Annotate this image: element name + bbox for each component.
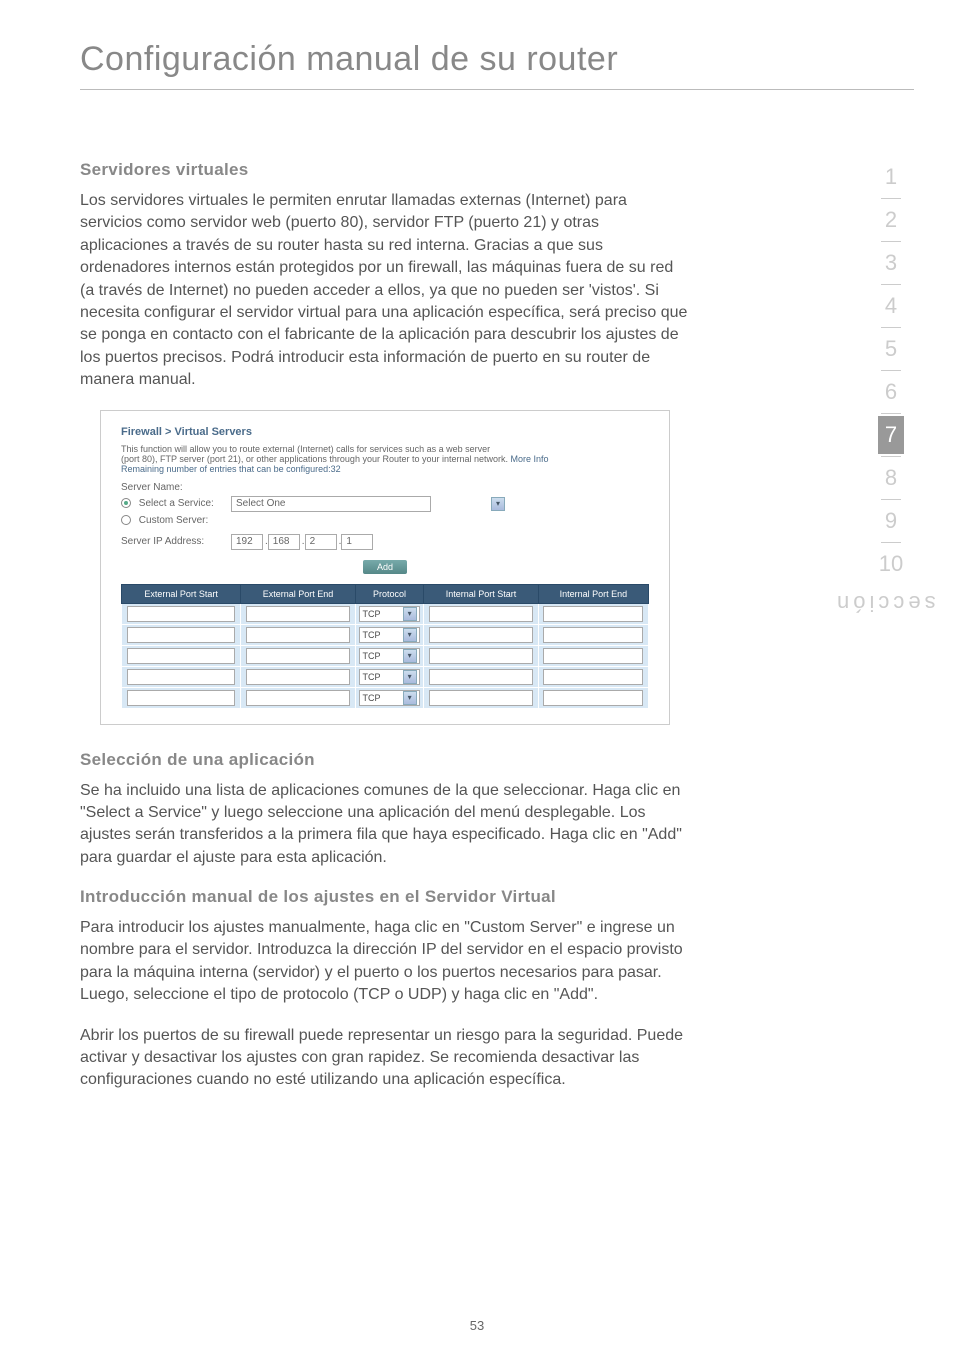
protocol-select[interactable]: TCP▾	[359, 627, 419, 643]
table-row: TCP▾	[122, 687, 649, 708]
nav-item-4[interactable]: 4	[878, 287, 904, 325]
section-label: sección	[833, 590, 936, 616]
select-service-row: Select a Service: Select One ▾	[121, 496, 649, 512]
nav-item-6[interactable]: 6	[878, 373, 904, 411]
table-row: TCP▾	[122, 624, 649, 645]
protocol-select[interactable]: TCP▾	[359, 606, 419, 622]
port-input[interactable]	[127, 627, 235, 643]
add-button[interactable]: Add	[363, 560, 407, 574]
nav-item-3[interactable]: 3	[878, 244, 904, 282]
nav-item-5[interactable]: 5	[878, 330, 904, 368]
ip-octet-3[interactable]: 2	[305, 534, 337, 550]
port-input[interactable]	[543, 627, 643, 643]
port-input[interactable]	[429, 648, 533, 664]
protocol-select[interactable]: TCP▾	[359, 648, 419, 664]
port-input[interactable]	[246, 690, 350, 706]
paragraph-manual-2: Abrir los puertos de su firewall puede r…	[80, 1025, 690, 1092]
table-row: TCP▾	[122, 603, 649, 624]
heading-virtual-servers: Servidores virtuales	[80, 160, 690, 180]
port-input[interactable]	[127, 648, 235, 664]
port-input[interactable]	[246, 669, 350, 685]
nav-item-7[interactable]: 7	[878, 416, 904, 454]
nav-separator	[881, 241, 901, 242]
port-input[interactable]	[543, 690, 643, 706]
port-input[interactable]	[127, 690, 235, 706]
ip-octet-4[interactable]: 1	[341, 534, 373, 550]
port-input[interactable]	[543, 606, 643, 622]
col-int-port-start: Internal Port Start	[424, 584, 539, 603]
remaining-entries: Remaining number of entries that can be …	[121, 464, 649, 474]
chevron-down-icon[interactable]: ▾	[403, 607, 417, 621]
port-input[interactable]	[543, 648, 643, 664]
chevron-down-icon[interactable]: ▾	[403, 670, 417, 684]
heading-select-app: Selección de una aplicación	[80, 750, 690, 770]
server-ip-row: Server IP Address: 192. 168. 2. 1	[121, 534, 649, 550]
select-service-dropdown[interactable]: Select One	[231, 496, 431, 512]
nav-separator	[881, 456, 901, 457]
paragraph-select-app: Se ha incluido una lista de aplicaciones…	[80, 780, 690, 870]
server-name-label: Server Name:	[121, 482, 183, 493]
virtual-servers-table: External Port Start External Port End Pr…	[121, 584, 649, 709]
port-input[interactable]	[429, 627, 533, 643]
col-protocol: Protocol	[355, 584, 423, 603]
protocol-select[interactable]: TCP▾	[359, 669, 419, 685]
custom-server-row: Custom Server:	[121, 515, 649, 526]
port-input[interactable]	[127, 606, 235, 622]
chevron-down-icon[interactable]: ▾	[491, 497, 505, 511]
ip-octet-2[interactable]: 168	[268, 534, 300, 550]
section-nav: 1 2 3 4 5 6 7 8 9 10	[878, 158, 904, 583]
custom-server-label: Custom Server:	[139, 515, 208, 526]
nav-separator	[881, 198, 901, 199]
port-input[interactable]	[429, 690, 533, 706]
nav-item-1[interactable]: 1	[878, 158, 904, 196]
main-content: Servidores virtuales Los servidores virt…	[0, 90, 790, 1092]
port-input[interactable]	[429, 669, 533, 685]
chevron-down-icon[interactable]: ▾	[403, 691, 417, 705]
table-row: TCP▾	[122, 666, 649, 687]
table-row: TCP▾	[122, 645, 649, 666]
nav-item-8[interactable]: 8	[878, 459, 904, 497]
col-int-port-end: Internal Port End	[538, 584, 648, 603]
screenshot-desc-2: (port 80), FTP server (port 21), or othe…	[121, 454, 649, 464]
paragraph-virtual-servers: Los servidores virtuales le permiten enr…	[80, 190, 690, 392]
port-input[interactable]	[246, 606, 350, 622]
nav-separator	[881, 499, 901, 500]
heading-manual-entry: Introducción manual de los ajustes en el…	[80, 887, 690, 907]
server-ip-label: Server IP Address:	[121, 536, 231, 547]
page-number: 53	[0, 1318, 954, 1333]
port-input[interactable]	[246, 627, 350, 643]
nav-item-2[interactable]: 2	[878, 201, 904, 239]
col-ext-port-start: External Port Start	[122, 584, 241, 603]
chevron-down-icon[interactable]: ▾	[403, 628, 417, 642]
chevron-down-icon[interactable]: ▾	[403, 649, 417, 663]
port-input[interactable]	[429, 606, 533, 622]
nav-separator	[881, 413, 901, 414]
radio-select-service[interactable]	[121, 498, 131, 508]
nav-separator	[881, 284, 901, 285]
port-input[interactable]	[543, 669, 643, 685]
screenshot-desc-1: This function will allow you to route ex…	[121, 444, 649, 454]
col-ext-port-end: External Port End	[241, 584, 356, 603]
nav-separator	[881, 542, 901, 543]
server-name-row: Server Name:	[121, 482, 649, 493]
port-input[interactable]	[127, 669, 235, 685]
nav-item-10[interactable]: 10	[878, 545, 904, 583]
paragraph-manual-1: Para introducir los ajustes manualmente,…	[80, 917, 690, 1007]
ip-octet-1[interactable]: 192	[231, 534, 263, 550]
protocol-select[interactable]: TCP▾	[359, 690, 419, 706]
nav-item-9[interactable]: 9	[878, 502, 904, 540]
breadcrumb: Firewall > Virtual Servers	[121, 426, 649, 438]
page-title: Configuración manual de su router	[0, 0, 954, 89]
select-service-label: Select a Service:	[139, 498, 214, 509]
more-info-link[interactable]: More Info	[511, 454, 549, 464]
port-input[interactable]	[246, 648, 350, 664]
router-screenshot: Firewall > Virtual Servers This function…	[100, 410, 670, 725]
nav-separator	[881, 370, 901, 371]
radio-custom-server[interactable]	[121, 515, 131, 525]
nav-separator	[881, 327, 901, 328]
